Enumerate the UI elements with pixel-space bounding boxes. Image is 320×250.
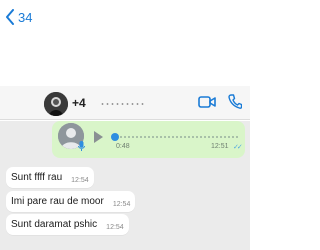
message-time: 12:54	[112, 200, 131, 208]
voice-timestamp: 12:51	[211, 143, 229, 150]
incoming-message[interactable]: Sunt ffff rau 12:54	[6, 167, 94, 188]
voice-call-button[interactable]	[228, 94, 242, 109]
contact-avatar[interactable]	[44, 92, 68, 116]
voice-duration: 0:48	[116, 143, 130, 150]
video-call-button[interactable]	[198, 95, 216, 109]
back-button[interactable]: 34	[5, 6, 32, 28]
phone-icon	[228, 94, 242, 109]
message-time: 12:54	[106, 223, 124, 231]
microphone-icon	[78, 141, 85, 151]
message-time: 12:54	[71, 176, 89, 184]
incoming-message[interactable]: Imi pare rau de moor 12:54	[6, 191, 136, 212]
read-receipt-icon: ✓✓	[233, 144, 243, 151]
chevron-left-icon	[6, 9, 14, 25]
contact-name[interactable]: +4	[72, 96, 86, 110]
message-text: Imi pare rau de moor	[11, 196, 104, 207]
message-text: Sunt daramat pshic	[11, 219, 98, 230]
play-button[interactable]	[94, 131, 103, 143]
blank-area	[0, 0, 250, 86]
unread-count: 34	[18, 9, 33, 25]
message-text: Sunt ffff rau	[11, 172, 63, 183]
playback-slider-thumb[interactable]	[111, 133, 119, 141]
playback-track[interactable]	[115, 136, 239, 138]
video-camera-icon	[198, 96, 216, 108]
redacted-number	[100, 103, 144, 105]
contact-photo-icon	[44, 92, 68, 116]
incoming-message[interactable]: Sunt daramat pshic 12:54	[6, 214, 129, 235]
